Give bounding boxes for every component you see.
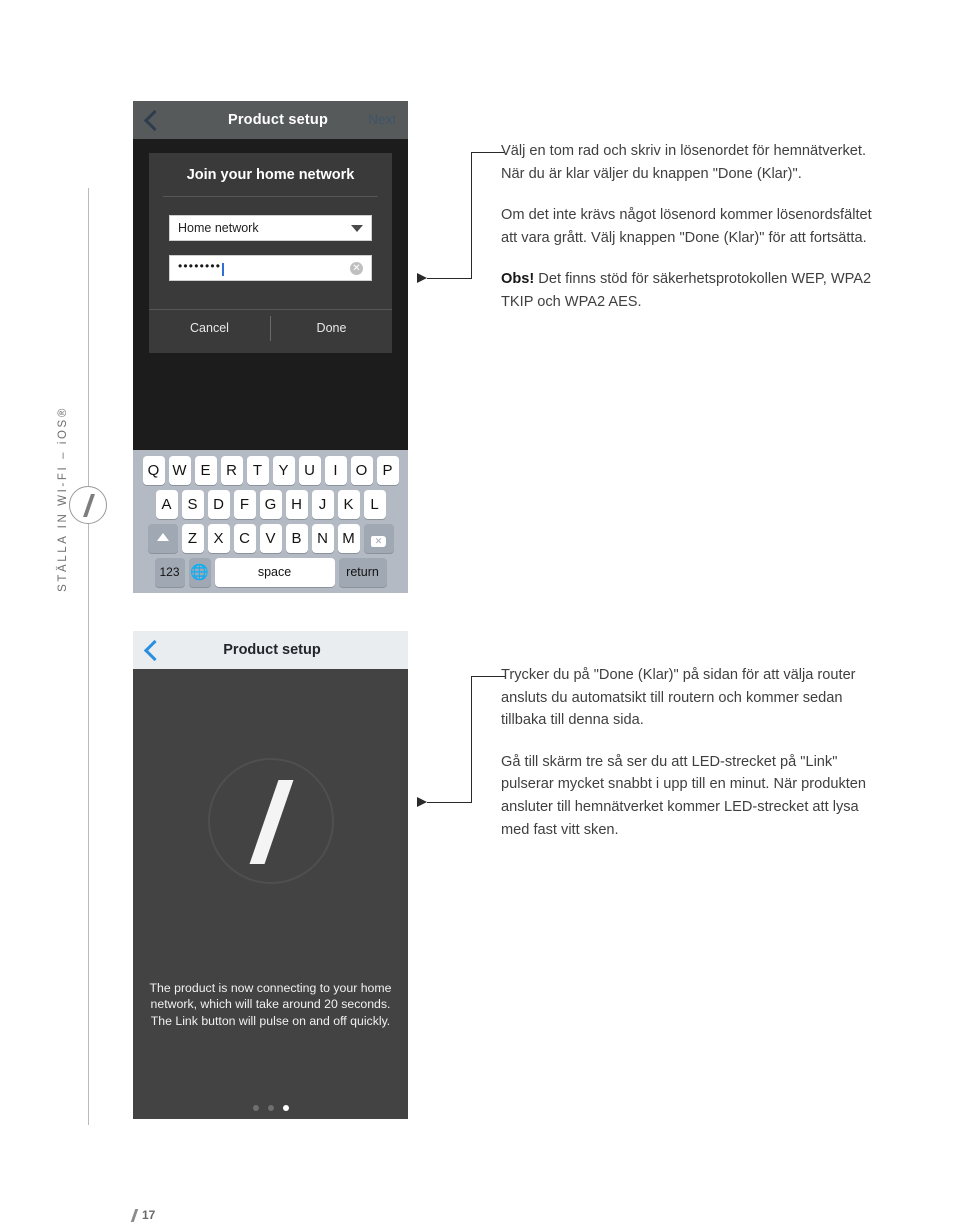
- page-dots: [133, 1105, 408, 1111]
- connector-line: [427, 802, 472, 803]
- connector-line: [471, 152, 505, 153]
- callout-text-block-1: Välj en tom rad och skriv in lösenordet …: [501, 140, 876, 314]
- slash-logo-icon: [130, 1208, 139, 1222]
- note-label: Obs!: [501, 271, 535, 288]
- join-network-dialog: Join your home network Home network ••••…: [149, 153, 392, 353]
- globe-key[interactable]: 🌐: [188, 558, 211, 587]
- chevron-down-icon: [351, 224, 363, 232]
- key[interactable]: E: [194, 456, 217, 485]
- return-key[interactable]: return: [338, 558, 387, 587]
- dialog-body: Home network •••••••• ✕: [149, 197, 392, 299]
- key[interactable]: P: [376, 456, 399, 485]
- numbers-key[interactable]: 123: [154, 558, 185, 587]
- backspace-key[interactable]: ✕: [363, 524, 394, 553]
- cancel-button[interactable]: Cancel: [149, 310, 270, 347]
- callout-paragraph: Trycker du på "Done (Klar)" på sidan för…: [501, 667, 856, 729]
- connector-line: [471, 676, 505, 677]
- callout-note: Obs! Det finns stöd för säkerhetsprotoko…: [501, 268, 876, 313]
- screen2-body: The product is now connecting to your ho…: [133, 669, 408, 1119]
- text-caret: [222, 263, 224, 277]
- key[interactable]: T: [246, 456, 269, 485]
- keyboard-row-1: Q W E R T Y U I O P: [136, 456, 405, 485]
- connecting-caption: The product is now connecting to your ho…: [149, 981, 392, 1028]
- callout-connector-1: [415, 148, 505, 288]
- screenshot-join-network: Product setup Next Join your home networ…: [133, 101, 408, 593]
- key[interactable]: Q: [142, 456, 165, 485]
- screen2-navbar: Product setup: [133, 631, 408, 669]
- key[interactable]: D: [207, 490, 230, 519]
- next-button[interactable]: Next: [368, 112, 396, 127]
- key[interactable]: V: [259, 524, 282, 553]
- screen1-navbar: Product setup Next: [133, 101, 408, 139]
- callout-paragraph: Om det inte krävs något lösenord kommer …: [501, 207, 872, 246]
- key[interactable]: X: [207, 524, 230, 553]
- screenshot-connecting: Product setup The product is now connect…: [133, 631, 408, 1119]
- space-key[interactable]: space: [214, 558, 335, 587]
- key[interactable]: H: [285, 490, 308, 519]
- clear-circle-icon[interactable]: ✕: [350, 261, 363, 275]
- keyboard-row-2: A S D F G H J K L: [136, 490, 405, 519]
- callout-text-block-2: Trycker du på "Done (Klar)" på sidan för…: [501, 664, 876, 841]
- key[interactable]: L: [363, 490, 386, 519]
- screen2-title: Product setup: [223, 642, 321, 658]
- slash-badge-icon: [69, 486, 107, 524]
- connector-arrow: [417, 273, 427, 283]
- slash-mark: [83, 494, 95, 517]
- key[interactable]: Z: [181, 524, 204, 553]
- onscreen-keyboard: Q W E R T Y U I O P A S D F G H J K L Z: [133, 450, 408, 593]
- globe-icon: 🌐: [190, 564, 209, 581]
- page-dot-active[interactable]: [282, 1105, 289, 1111]
- page-dot[interactable]: [267, 1105, 274, 1111]
- key[interactable]: G: [259, 490, 282, 519]
- key[interactable]: B: [285, 524, 308, 553]
- key[interactable]: U: [298, 456, 321, 485]
- network-select[interactable]: Home network: [169, 215, 372, 241]
- password-input[interactable]: •••••••• ✕: [169, 255, 372, 281]
- connector-line: [427, 278, 472, 279]
- callout-connector-2: [415, 672, 505, 812]
- keyboard-row-4: 123 🌐 space return: [136, 558, 405, 587]
- shift-key[interactable]: [147, 524, 178, 553]
- page-dot[interactable]: [252, 1105, 259, 1111]
- key[interactable]: K: [337, 490, 360, 519]
- key[interactable]: A: [155, 490, 178, 519]
- password-value: ••••••••: [178, 258, 222, 273]
- key[interactable]: J: [311, 490, 334, 519]
- slash-logo-icon: [207, 758, 334, 884]
- screen1-title: Product setup: [227, 112, 329, 128]
- key[interactable]: O: [350, 456, 373, 485]
- callout-paragraph: Välj en tom rad och skriv in lösenordet …: [501, 143, 867, 182]
- key[interactable]: I: [324, 456, 347, 485]
- section-label: STÄLLA IN WI-FI – iOS®: [57, 406, 69, 592]
- slash-mark: [249, 780, 293, 864]
- shift-arrow-icon: [156, 533, 169, 541]
- network-select-value: Home network: [178, 221, 259, 235]
- backspace-icon: ✕: [371, 536, 386, 547]
- page-footer: 17: [130, 1208, 156, 1222]
- note-text: Det finns stöd för säkerhetsprotokollen …: [501, 271, 872, 311]
- key[interactable]: W: [168, 456, 191, 485]
- key[interactable]: F: [233, 490, 256, 519]
- key[interactable]: C: [233, 524, 256, 553]
- done-button[interactable]: Done: [271, 310, 392, 347]
- connector-arrow: [417, 797, 427, 807]
- page-number: 17: [142, 1208, 156, 1222]
- key[interactable]: R: [220, 456, 243, 485]
- connector-line: [471, 676, 472, 802]
- keyboard-row-3: Z X C V B N M ✕: [136, 524, 405, 553]
- connector-line: [471, 152, 472, 278]
- key[interactable]: M: [337, 524, 360, 553]
- callout-paragraph: Gå till skärm tre så ser du att LED-stre…: [501, 753, 867, 838]
- dialog-actions: Cancel Done: [149, 309, 392, 347]
- vertical-rule: [88, 188, 89, 1125]
- key[interactable]: N: [311, 524, 334, 553]
- key[interactable]: Y: [272, 456, 295, 485]
- key[interactable]: S: [181, 490, 204, 519]
- dialog-title: Join your home network: [186, 167, 355, 183]
